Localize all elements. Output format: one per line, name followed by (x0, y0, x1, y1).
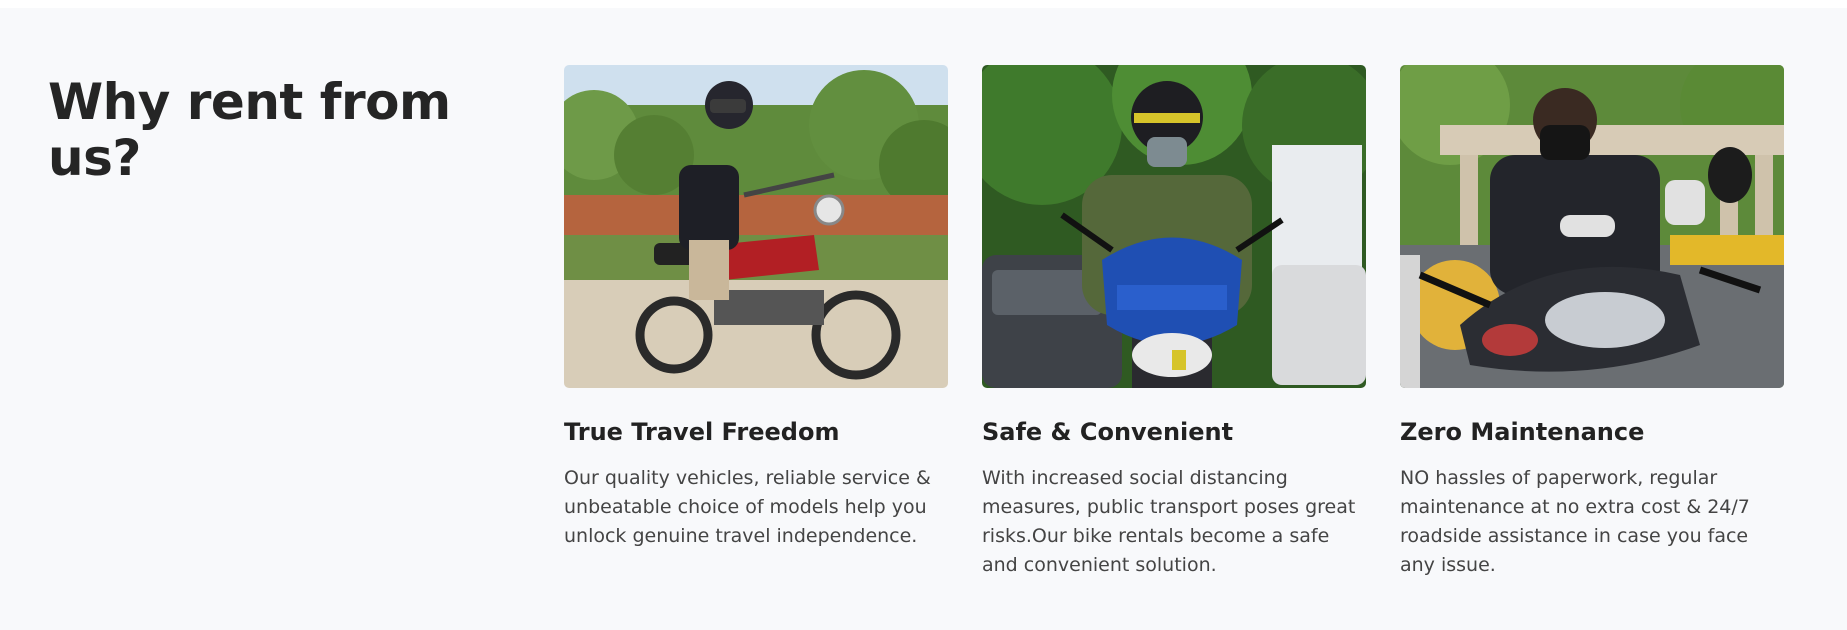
maintenance-photo (1400, 65, 1784, 388)
feature-card-zero-maintenance: Zero Maintenance NO hassles of paperwork… (1400, 65, 1784, 580)
card-title: Safe & Convenient (982, 418, 1234, 446)
card-description: Our quality vehicles, reliable service &… (564, 467, 931, 547)
feature-card-travel-freedom: True Travel Freedom Our quality vehicles… (564, 65, 948, 551)
card-description: NO hassles of paperwork, regular mainten… (1400, 467, 1750, 576)
feature-card-safe-convenient: Safe & Convenient With increased social … (982, 65, 1366, 580)
section-heading: Why rent from us? (48, 73, 451, 187)
card-title: True Travel Freedom (564, 418, 840, 446)
motorcycle-rider-photo (564, 65, 948, 388)
card-description: With increased social distancing measure… (982, 467, 1356, 576)
card-title: Zero Maintenance (1400, 418, 1645, 446)
why-rent-section: Why rent from us? True Travel Freedom Ou… (0, 8, 1847, 630)
scooter-rider-photo (982, 65, 1366, 388)
